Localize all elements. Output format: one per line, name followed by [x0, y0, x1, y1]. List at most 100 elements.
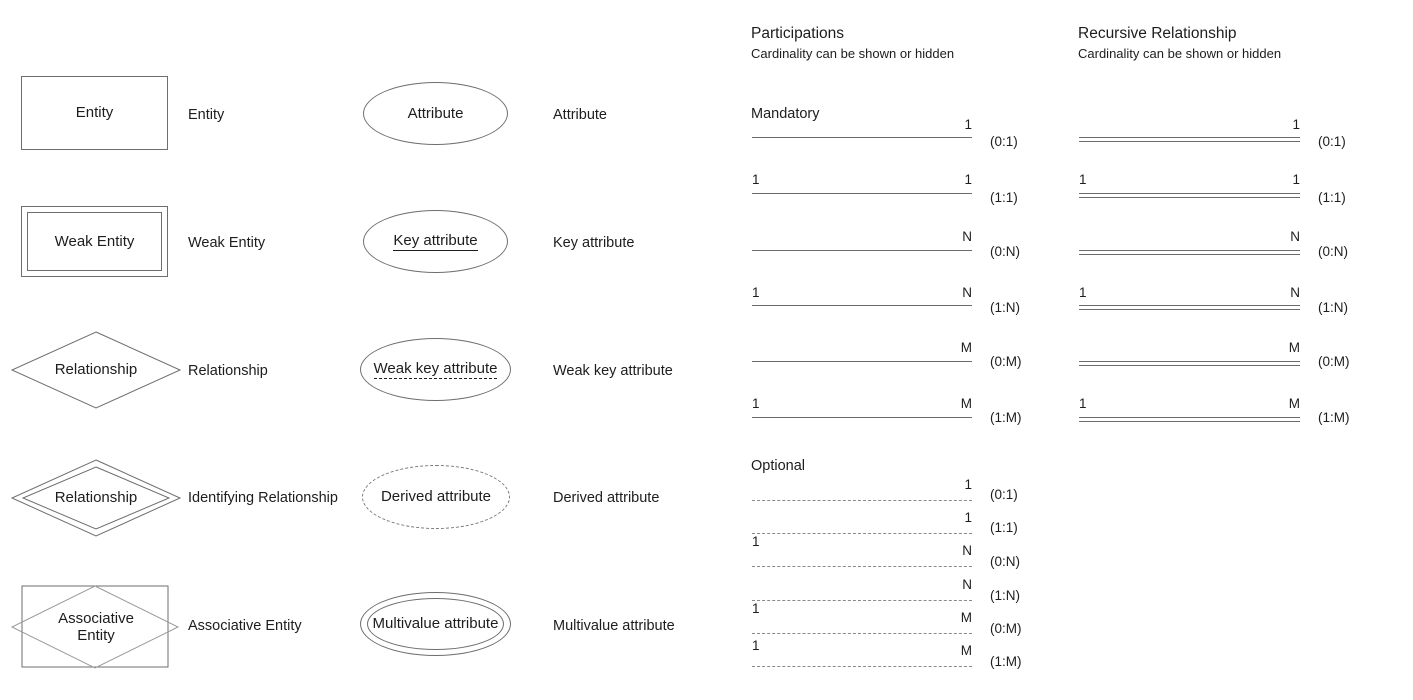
derived-attribute-legend-label: Derived attribute	[553, 490, 660, 506]
participation-right-card: N	[962, 577, 972, 592]
weak-key-attribute-shape-text: Weak key attribute	[373, 360, 498, 379]
participation-right-card: M	[960, 340, 972, 355]
participation-connector-line	[752, 137, 972, 138]
participation-cardinality: (1:M)	[990, 410, 1022, 425]
key-attribute-ellipse-shape: Key attribute	[363, 210, 508, 273]
participation-connector-line	[752, 250, 972, 251]
participation-left-card: 1	[752, 285, 760, 300]
participation-cardinality: (0:M)	[990, 354, 1022, 369]
weak-entity-legend-label: Weak Entity	[188, 235, 266, 251]
relationship-legend-label: Relationship	[188, 363, 268, 379]
recursive-cardinality: (0:1)	[1318, 134, 1346, 149]
associative-entity-shape-text-wrap: Associative Entity	[10, 583, 182, 671]
recursive-connector-line	[1079, 305, 1300, 310]
participation-left-card: 1	[752, 638, 760, 653]
participations-title: Participations	[751, 25, 845, 42]
multivalue-attribute-ellipse-shape: Multivalue attribute	[360, 592, 511, 656]
recursive-connector-line	[1079, 417, 1300, 422]
participations-subtitle: Cardinality can be shown or hidden	[751, 46, 955, 61]
participation-right-card: 1	[964, 510, 972, 525]
associative-entity-shape-text: Associative Entity	[58, 609, 134, 644]
participations-optional-title: Optional	[751, 458, 806, 474]
participation-right-card: N	[962, 543, 972, 558]
participation-connector-line	[752, 361, 972, 362]
participation-connector-line	[752, 566, 972, 567]
participation-right-card: 1	[964, 117, 972, 132]
derived-attribute-shape-text: Derived attribute	[380, 488, 492, 506]
participation-left-card: 1	[752, 172, 760, 187]
recursive-connector-line	[1079, 193, 1300, 198]
recursive-relationship-subtitle: Cardinality can be shown or hidden	[1078, 46, 1282, 61]
recursive-connector-line	[1079, 361, 1300, 366]
key-attribute-shape-text: Key attribute	[393, 232, 478, 251]
identifying-relationship-shape-text: Relationship	[54, 489, 138, 507]
identifying-relationship-legend-label: Identifying Relationship	[188, 490, 338, 506]
recursive-right-card: 1	[1292, 172, 1300, 187]
participation-connector-line	[752, 666, 972, 667]
participation-connector-line	[752, 600, 972, 601]
relationship-shape-text-wrap: Relationship	[10, 330, 182, 410]
participation-left-card: 1	[752, 601, 760, 616]
attribute-shape-text: Attribute	[407, 104, 464, 122]
recursive-left-card: 1	[1079, 172, 1087, 187]
participation-connector-line	[752, 633, 972, 634]
recursive-left-card: 1	[1079, 285, 1087, 300]
associative-entity-legend-label: Associative Entity	[188, 618, 302, 634]
recursive-connector-line	[1079, 137, 1300, 142]
recursive-cardinality: (1:M)	[1318, 410, 1350, 425]
participation-right-card: M	[960, 643, 972, 658]
recursive-right-card: N	[1290, 229, 1300, 244]
participation-cardinality: (0:1)	[990, 134, 1018, 149]
participation-cardinality: (1:1)	[990, 520, 1018, 535]
participation-connector-line	[752, 417, 972, 418]
weak-entity-shape-text: Weak Entity	[54, 232, 135, 250]
recursive-cardinality: (1:1)	[1318, 190, 1346, 205]
attribute-legend-label: Attribute	[553, 107, 607, 123]
entity-rectangle-shape: Entity	[21, 76, 168, 150]
participation-right-card: 1	[964, 172, 972, 187]
participation-cardinality: (1:M)	[990, 654, 1022, 669]
participations-mandatory-title: Mandatory	[751, 106, 820, 122]
recursive-relationship-title: Recursive Relationship	[1078, 25, 1237, 42]
participation-right-card: N	[962, 285, 972, 300]
participation-left-card: 1	[752, 534, 760, 549]
participation-connector-line	[752, 500, 972, 501]
participation-right-card: M	[960, 396, 972, 411]
entity-legend-label: Entity	[188, 107, 225, 123]
participation-right-card: 1	[964, 477, 972, 492]
derived-attribute-dashed-ellipse-shape: Derived attribute	[362, 465, 510, 529]
recursive-right-card: M	[1288, 396, 1300, 411]
participation-cardinality: (1:1)	[990, 190, 1018, 205]
participation-cardinality: (1:N)	[990, 300, 1020, 315]
recursive-cardinality: (0:N)	[1318, 244, 1348, 259]
recursive-right-card: 1	[1292, 117, 1300, 132]
recursive-connector-line	[1079, 250, 1300, 255]
recursive-cardinality: (1:N)	[1318, 300, 1348, 315]
entity-shape-text: Entity	[75, 104, 114, 122]
participation-right-card: N	[962, 229, 972, 244]
multivalue-attribute-legend-label: Multivalue attribute	[553, 618, 675, 634]
er-notation-legend: Entity Entity Weak Entity Weak Entity Re…	[0, 0, 1413, 700]
participation-connector-line	[752, 193, 972, 194]
weak-entity-rectangle-shape: Weak Entity	[21, 206, 168, 277]
participation-cardinality: (0:N)	[990, 554, 1020, 569]
participation-connector-line	[752, 533, 972, 534]
weak-key-attribute-legend-label: Weak key attribute	[553, 363, 673, 379]
relationship-shape-text: Relationship	[54, 361, 138, 379]
participation-right-card: M	[960, 610, 972, 625]
recursive-right-card: N	[1290, 285, 1300, 300]
weak-key-attribute-ellipse-shape: Weak key attribute	[360, 338, 511, 401]
participation-cardinality: (0:N)	[990, 244, 1020, 259]
participation-cardinality: (1:N)	[990, 588, 1020, 603]
participation-connector-line	[752, 305, 972, 306]
attribute-ellipse-shape: Attribute	[363, 82, 508, 145]
recursive-cardinality: (0:M)	[1318, 354, 1350, 369]
multivalue-attribute-shape-text: Multivalue attribute	[372, 615, 499, 633]
participation-cardinality: (0:1)	[990, 487, 1018, 502]
key-attribute-legend-label: Key attribute	[553, 235, 635, 251]
identifying-relationship-shape-text-wrap: Relationship	[10, 458, 182, 538]
participation-left-card: 1	[752, 396, 760, 411]
recursive-right-card: M	[1288, 340, 1300, 355]
recursive-left-card: 1	[1079, 396, 1087, 411]
participation-cardinality: (0:M)	[990, 621, 1022, 636]
